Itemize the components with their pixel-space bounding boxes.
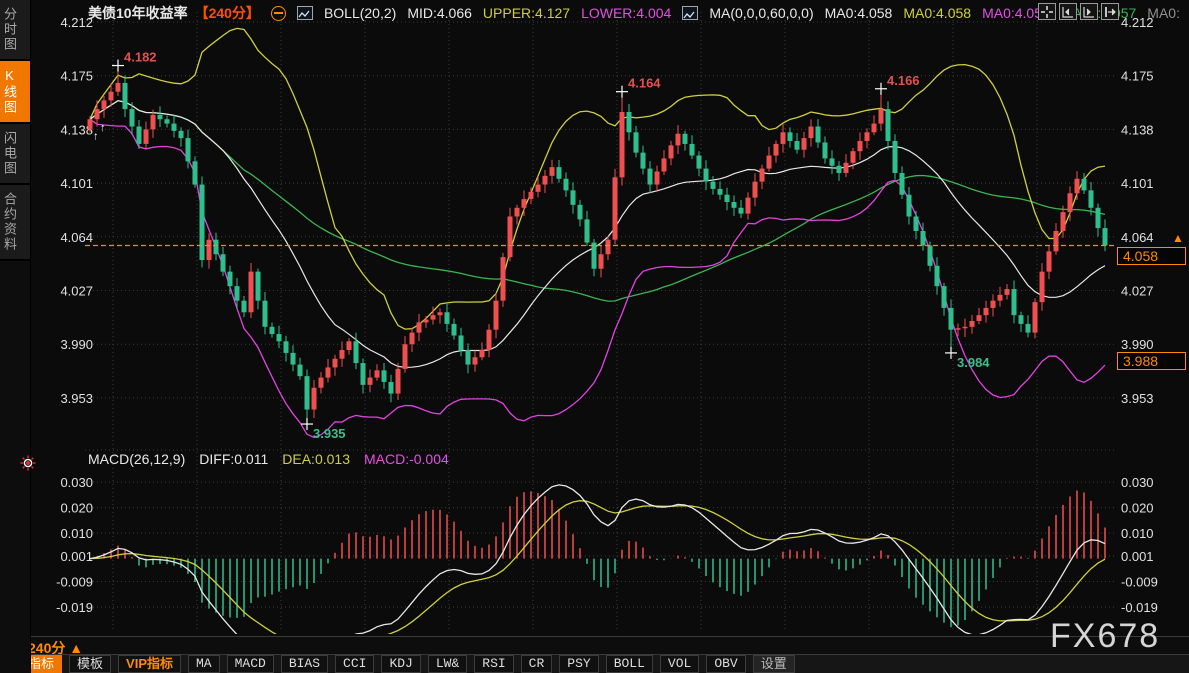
svg-text:3.935: 3.935: [313, 426, 346, 441]
collapse-icon[interactable]: [271, 6, 286, 21]
zoom-out-axis-icon[interactable]: [1059, 3, 1077, 20]
boll-mid-value: MID:4.066: [407, 5, 472, 21]
current-price-tag: 4.058: [1117, 247, 1186, 265]
toolbar-kdj-button[interactable]: KDJ: [381, 655, 420, 673]
macd-dea-value: DEA:0.013: [282, 451, 350, 467]
svg-text:-0.009: -0.009: [1121, 575, 1158, 590]
toolbar-cci-button[interactable]: CCI: [335, 655, 374, 673]
svg-text:4.138: 4.138: [1121, 122, 1154, 137]
toolbar-ma-button[interactable]: MA: [188, 655, 220, 673]
toolbar-vip-indicators-button[interactable]: VIP指标: [118, 655, 181, 673]
svg-text:4.175: 4.175: [60, 69, 93, 84]
svg-text:3.953: 3.953: [60, 391, 93, 406]
toolbar-macd-button[interactable]: MACD: [227, 655, 274, 673]
toolbar-lw-button[interactable]: LW&: [428, 655, 467, 673]
svg-text:4.182: 4.182: [124, 50, 157, 65]
chart-header-legend: 美债10年收益率 【240分】 BOLL(20,2) MID:4.066 UPP…: [88, 3, 1180, 23]
svg-text:↑: ↑: [93, 130, 99, 142]
symbol-title: 美债10年收益率: [88, 3, 188, 23]
svg-text:0.010: 0.010: [60, 526, 93, 541]
svg-text:↑: ↑: [100, 122, 106, 134]
boll-lower-value: LOWER:4.004: [581, 5, 671, 21]
indicator-icon: [682, 6, 698, 20]
macd-diff-value: DIFF:0.011: [199, 451, 268, 467]
svg-text:4.064: 4.064: [1121, 230, 1154, 245]
crosshair-icon[interactable]: [1038, 3, 1056, 20]
svg-text:3.990: 3.990: [1121, 337, 1154, 352]
macd-header: MACD(26,12,9) DIFF:0.011 DEA:0.013 MACD:…: [88, 451, 449, 467]
sidebar-tab-time-share[interactable]: 分时图: [0, 0, 30, 61]
sidebar-tab-contract-info[interactable]: 合约资料: [0, 185, 30, 261]
indicator-icon: [297, 6, 313, 20]
toolbar-psy-button[interactable]: PSY: [559, 655, 598, 673]
bottom-toolbar: 指标 模板 VIP指标 MA MACD BIAS CCI KDJ LW& RSI…: [0, 654, 1189, 673]
svg-text:-0.009: -0.009: [56, 575, 93, 590]
period-label[interactable]: 【240分】: [195, 3, 260, 23]
toolbar-cr-button[interactable]: CR: [521, 655, 553, 673]
svg-text:4.027: 4.027: [60, 284, 93, 299]
svg-text:0.001: 0.001: [1121, 549, 1154, 564]
svg-text:0.001: 0.001: [60, 549, 93, 564]
svg-text:4.101: 4.101: [1121, 176, 1154, 191]
main-chart-canvas[interactable]: 4.2124.2124.1754.1754.1384.1384.1014.101…: [0, 0, 1189, 673]
chart-type-tabs: 分时图 K线图 闪电图 合约资料: [0, 0, 30, 261]
toolbar-settings-button[interactable]: 设置: [753, 655, 795, 673]
svg-text:3.990: 3.990: [60, 337, 93, 352]
svg-text:4.101: 4.101: [60, 176, 93, 191]
ma0-gray-value: MA0:: [1147, 5, 1180, 21]
toolbar-bias-button[interactable]: BIAS: [281, 655, 328, 673]
sidebar-tab-lightning[interactable]: 闪电图: [0, 124, 30, 185]
svg-text:0.020: 0.020: [1121, 501, 1154, 516]
alert-icon[interactable]: [20, 455, 36, 476]
svg-text:0.030: 0.030: [60, 475, 93, 490]
svg-text:0.030: 0.030: [1121, 475, 1154, 490]
macd-hist-value: MACD:-0.004: [364, 451, 449, 467]
svg-text:-0.019: -0.019: [56, 600, 93, 615]
toolbar-vol-button[interactable]: VOL: [660, 655, 699, 673]
toolbar-templates-button[interactable]: 模板: [69, 655, 111, 673]
zoom-in-axis-icon[interactable]: [1080, 3, 1098, 20]
toolbar-rsi-button[interactable]: RSI: [474, 655, 513, 673]
svg-text:4.164: 4.164: [628, 76, 661, 91]
svg-text:0.010: 0.010: [1121, 526, 1154, 541]
svg-text:4.064: 4.064: [60, 230, 93, 245]
macd-params-label: MACD(26,12,9): [88, 451, 185, 467]
ma0-white-value: MA0:4.058: [825, 5, 893, 21]
svg-text:-0.019: -0.019: [1121, 600, 1158, 615]
svg-text:3.984: 3.984: [957, 355, 990, 370]
sidebar: 分时图 K线图 闪电图 合约资料: [0, 0, 31, 673]
svg-text:4.175: 4.175: [1121, 69, 1154, 84]
svg-text:0.020: 0.020: [60, 501, 93, 516]
chart-app-window: 4.2124.2124.1754.1754.1384.1384.1014.101…: [0, 0, 1189, 673]
svg-text:4.027: 4.027: [1121, 284, 1154, 299]
toolbar-obv-button[interactable]: OBV: [706, 655, 745, 673]
boll-upper-value: UPPER:4.127: [483, 5, 570, 21]
chart-window-controls: [1038, 3, 1119, 20]
x-axis-strip: [0, 636, 1189, 655]
svg-text:3.953: 3.953: [1121, 391, 1154, 406]
go-to-latest-icon[interactable]: [1101, 3, 1119, 20]
ma-group-label: MA(0,0,0,60,0,0): [709, 5, 813, 21]
toolbar-boll-button[interactable]: BOLL: [606, 655, 653, 673]
boll-label: BOLL(20,2): [324, 5, 396, 21]
sidebar-tab-kline[interactable]: K线图: [0, 61, 30, 124]
ma0-yellow-value: MA0:4.058: [903, 5, 971, 21]
view-low-tag: 3.988: [1117, 352, 1186, 370]
fx678-watermark: FX678: [1050, 617, 1160, 656]
price-arrow-icon: ▲: [1172, 231, 1184, 245]
svg-text:4.166: 4.166: [887, 73, 920, 88]
